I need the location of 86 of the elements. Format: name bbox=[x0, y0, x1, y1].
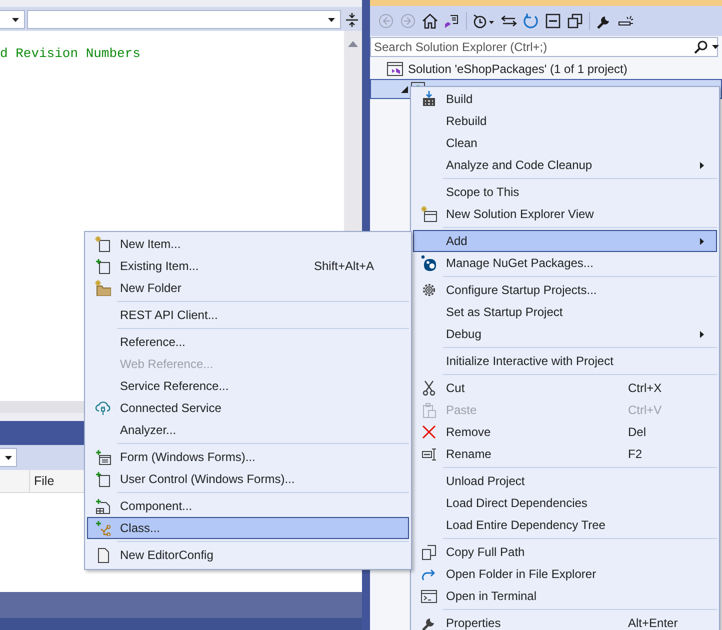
menu-item[interactable]: Reference... bbox=[87, 331, 409, 353]
column-header[interactable]: File bbox=[30, 470, 54, 492]
show-all-icon[interactable] bbox=[567, 13, 583, 29]
shortcut-text: Shift+Alt+A bbox=[314, 259, 374, 273]
expanded-arrow-icon[interactable] bbox=[400, 86, 408, 92]
menu-item[interactable]: Initialize Interactive with Project bbox=[413, 350, 717, 372]
terminal-icon bbox=[421, 588, 437, 604]
shortcut-text: F2 bbox=[628, 447, 642, 461]
submenu-arrow-icon bbox=[700, 162, 704, 168]
menu-item[interactable]: New EditorConfig bbox=[87, 544, 409, 566]
menu-item[interactable]: New Folder bbox=[87, 277, 409, 299]
cross-icon bbox=[421, 424, 437, 440]
dropdown[interactable] bbox=[0, 10, 25, 29]
collapse-icon[interactable] bbox=[545, 13, 561, 29]
plus-page-icon bbox=[95, 471, 111, 487]
menu-item[interactable]: Debug bbox=[413, 323, 717, 345]
plus-component-icon bbox=[95, 498, 111, 514]
caret-icon bbox=[12, 18, 19, 22]
rename-icon bbox=[421, 446, 437, 462]
menu-item[interactable]: Open in Terminal bbox=[413, 585, 717, 607]
plus-class-icon bbox=[95, 520, 111, 536]
switch-views-icon[interactable] bbox=[444, 13, 460, 29]
menu-item[interactable]: Set as Startup Project bbox=[413, 301, 717, 323]
plus-form-icon bbox=[95, 449, 111, 465]
sparkle-folder-icon bbox=[95, 280, 111, 296]
menu-item[interactable]: Copy Full Path bbox=[413, 541, 717, 563]
menu-item[interactable]: Existing Item... Shift+Alt+A bbox=[87, 255, 409, 277]
scroll-up-icon[interactable] bbox=[348, 41, 358, 47]
menu-item[interactable]: User Control (Windows Forms)... bbox=[87, 468, 409, 490]
menu-item[interactable]: Load Direct Dependencies bbox=[413, 492, 717, 514]
menu-item[interactable]: Scope to This bbox=[413, 181, 717, 203]
building-icon bbox=[421, 91, 437, 107]
menu-item[interactable]: Add bbox=[413, 230, 717, 252]
shortcut-text: Ctrl+X bbox=[628, 381, 662, 395]
menu-item[interactable]: Analyze and Code Cleanup bbox=[413, 154, 717, 176]
code-line: d Revision Numbers bbox=[0, 46, 142, 61]
tree-item[interactable]: Solution 'eShopPackages' (1 of 1 project) bbox=[370, 59, 722, 79]
menu-item[interactable]: Form (Windows Forms)... bbox=[87, 446, 409, 468]
scissors-icon bbox=[421, 380, 437, 396]
menu-item[interactable]: Component... bbox=[87, 495, 409, 517]
page-icon bbox=[95, 547, 111, 563]
menu-item[interactable]: Analyzer... bbox=[87, 419, 409, 441]
menu-item[interactable]: Manage NuGet Packages... bbox=[413, 252, 717, 274]
menu-item[interactable]: REST API Client... bbox=[87, 304, 409, 326]
copy-icon bbox=[421, 544, 437, 560]
menu-item[interactable]: Build bbox=[413, 88, 717, 110]
dropdown[interactable] bbox=[0, 448, 17, 467]
plus-page-icon bbox=[95, 258, 111, 274]
menu-item[interactable]: Cut Ctrl+X bbox=[413, 377, 717, 399]
sparkle-page-icon bbox=[95, 236, 111, 252]
menu-item[interactable]: Rebuild bbox=[413, 110, 717, 132]
menu-item[interactable]: Service Reference... bbox=[87, 375, 409, 397]
submenu-arrow-icon bbox=[700, 330, 704, 338]
caret-icon[interactable] bbox=[712, 45, 719, 49]
sparkle-window-icon bbox=[421, 206, 437, 222]
menu-item[interactable]: Load Entire Dependency Tree bbox=[413, 514, 717, 536]
shortcut-text: Del bbox=[628, 425, 646, 439]
shortcut-text: Alt+Enter bbox=[628, 616, 678, 630]
caret-icon bbox=[4, 456, 12, 460]
caret-icon bbox=[328, 18, 335, 22]
split-icon bbox=[346, 12, 358, 26]
search-icon[interactable] bbox=[694, 40, 708, 54]
search-field[interactable]: Search Solution Explorer (Ctrl+;) bbox=[370, 37, 718, 57]
gear-icon bbox=[421, 282, 437, 298]
shortcut-text: Ctrl+V bbox=[628, 403, 662, 417]
menu-item[interactable]: Remove Del bbox=[413, 421, 717, 443]
refresh-icon[interactable] bbox=[523, 13, 539, 29]
menu-item[interactable]: Properties Alt+Enter bbox=[413, 612, 717, 630]
menu-item[interactable]: New Solution Explorer View bbox=[413, 203, 717, 225]
split-button[interactable] bbox=[343, 10, 361, 29]
home-icon[interactable] bbox=[422, 13, 438, 29]
menu-item[interactable]: Configure Startup Projects... bbox=[413, 279, 717, 301]
nuget-icon bbox=[421, 255, 437, 271]
history-caret-icon[interactable] bbox=[473, 13, 495, 29]
submenu-arrow-icon bbox=[700, 238, 704, 244]
menu-item[interactable]: Open Folder in File Explorer bbox=[413, 563, 717, 585]
menu-item[interactable]: Class... bbox=[87, 517, 409, 539]
menu-item[interactable]: Rename F2 bbox=[413, 443, 717, 465]
menu-item[interactable]: Clean bbox=[413, 132, 717, 154]
clipboard-icon bbox=[421, 402, 437, 418]
cloud-plug-icon bbox=[95, 400, 111, 416]
menu-item[interactable]: Unload Project bbox=[413, 470, 717, 492]
sync-arrows-icon[interactable] bbox=[501, 13, 517, 29]
solution-icon bbox=[387, 61, 403, 77]
menu-item[interactable]: Connected Service bbox=[87, 397, 409, 419]
menu-item[interactable]: New Item... bbox=[87, 233, 409, 255]
